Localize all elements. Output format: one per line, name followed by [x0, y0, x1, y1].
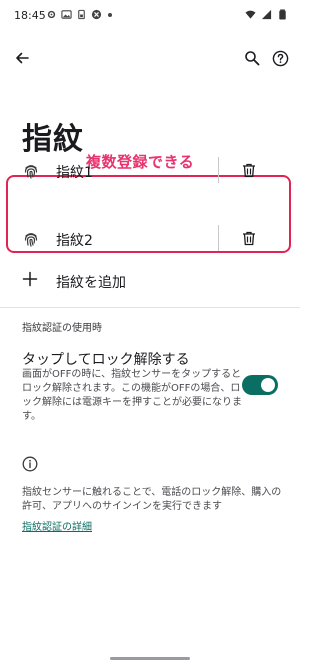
fingerprint-details-link[interactable]: 指紋認証の詳細 — [22, 518, 92, 533]
status-icons-left — [46, 9, 112, 20]
back-button[interactable] — [8, 44, 36, 72]
divider — [0, 307, 300, 308]
plus-icon — [22, 271, 38, 287]
trash-icon — [243, 231, 255, 245]
battery-saver-icon — [78, 9, 85, 20]
tap-to-unlock-toggle[interactable] — [242, 375, 278, 395]
delete-fingerprint-button[interactable] — [238, 227, 260, 249]
fingerprint-label: 指紋2 — [56, 233, 93, 249]
status-time: 18:45 — [14, 9, 46, 22]
battery-icon — [279, 9, 286, 20]
page-title: 指紋 — [22, 122, 84, 157]
top-app-bar — [0, 40, 300, 76]
divider — [218, 157, 219, 183]
fingerprint-icon — [24, 233, 38, 247]
section-header: 指紋認証の使用時 — [22, 323, 102, 334]
photo-icon — [61, 10, 72, 19]
delete-fingerprint-button[interactable] — [238, 159, 260, 181]
status-bar: 18:45 — [0, 0, 300, 34]
status-icons-right — [245, 9, 288, 20]
fingerprint-item[interactable]: 指紋2 — [0, 221, 300, 257]
fingerprint-label: 指紋1 — [56, 165, 93, 181]
blocked-icon — [91, 9, 102, 20]
toggle-knob — [261, 378, 275, 392]
help-button[interactable] — [266, 44, 294, 72]
info-text: 指紋センサーに触れることで、電話のロック解除、購入の許可、アプリへのサインインを… — [22, 487, 282, 512]
fingerprint-item[interactable]: 指紋1 — [0, 153, 300, 189]
add-fingerprint-label: 指紋を追加 — [56, 275, 126, 291]
search-icon — [245, 51, 260, 66]
help-icon — [272, 50, 288, 66]
setting-title: タップしてロック解除する — [22, 352, 190, 368]
trash-icon — [243, 163, 255, 177]
arrow-back-icon — [16, 52, 29, 64]
info-icon — [22, 456, 38, 472]
gear-icon — [47, 10, 56, 19]
notification-dot — [108, 12, 112, 17]
wifi-icon — [245, 10, 256, 19]
signal-icon — [261, 9, 272, 20]
setting-description: 画面がOFFの時に、指紋センサーをタップするとロック解除されます。この機能がOF… — [22, 369, 242, 422]
gesture-navigation-bar[interactable] — [110, 657, 190, 660]
divider — [218, 225, 219, 251]
fingerprint-settings-screen: 18:45 指紋 複数登録できる 指紋1 指紋2 指紋を追加 指紋認証の使用時 … — [0, 0, 300, 667]
add-fingerprint-item[interactable]: 指紋を追加 — [0, 266, 300, 296]
search-button[interactable] — [238, 44, 266, 72]
fingerprint-icon — [24, 165, 38, 179]
